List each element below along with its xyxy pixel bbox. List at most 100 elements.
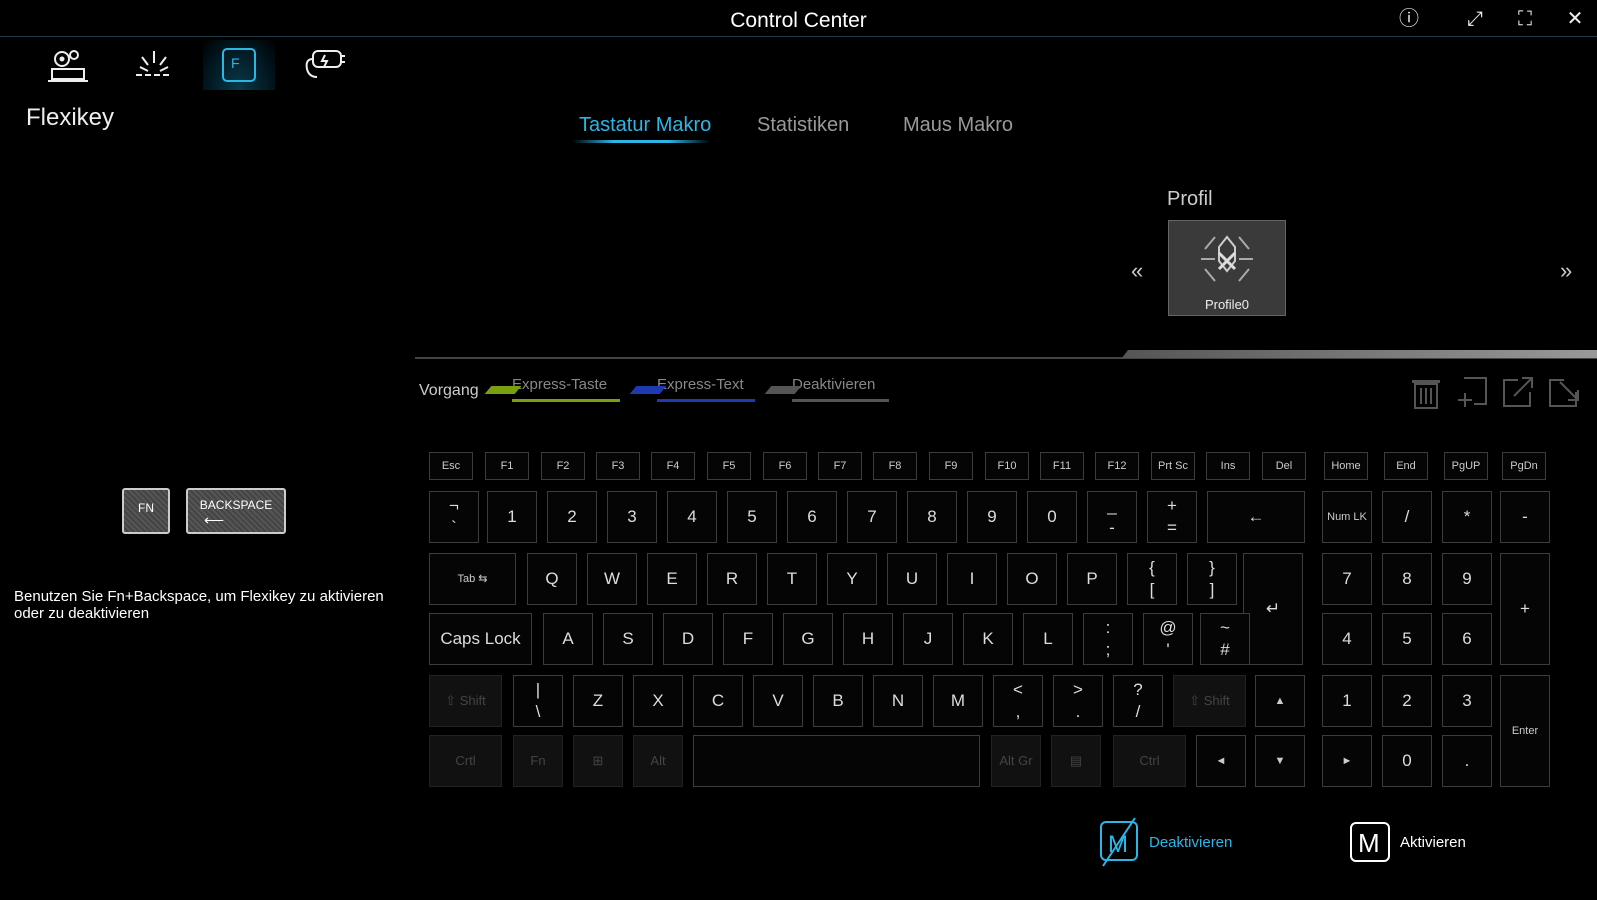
key[interactable]: > . <box>1053 675 1103 727</box>
key[interactable]: Alt Gr <box>991 735 1041 787</box>
profile-prev-button[interactable]: « <box>1131 258 1143 284</box>
key[interactable]: . <box>1442 735 1492 787</box>
key[interactable]: F7 <box>818 452 862 480</box>
key[interactable]: 2 <box>1382 675 1432 727</box>
key[interactable]: H <box>843 613 893 665</box>
key[interactable]: 9 <box>1442 553 1492 605</box>
key[interactable]: K <box>963 613 1013 665</box>
key[interactable]: M <box>933 675 983 727</box>
key[interactable]: S <box>603 613 653 665</box>
key[interactable]: Alt <box>633 735 683 787</box>
key[interactable]: U <box>887 553 937 605</box>
key[interactable]: F12 <box>1095 452 1139 480</box>
nav-flexikey[interactable]: F <box>203 40 275 90</box>
key[interactable]: F9 <box>929 452 973 480</box>
key[interactable]: 9 <box>967 491 1017 543</box>
key[interactable]: 4 <box>1322 613 1372 665</box>
key[interactable]: ⊞ <box>573 735 623 787</box>
key[interactable]: Num LK <box>1322 491 1372 543</box>
nav-lighting[interactable] <box>118 40 190 90</box>
restore-button[interactable]: ⤢ <box>1458 6 1492 32</box>
key[interactable]: ► <box>1322 735 1372 787</box>
key[interactable]: Ctrl <box>1113 735 1186 787</box>
tab-statistiken[interactable]: Statistiken <box>757 114 849 137</box>
key[interactable]: ⇧ Shift <box>429 675 502 727</box>
key[interactable]: Enter <box>1500 675 1550 787</box>
key[interactable]: V <box>753 675 803 727</box>
key[interactable]: 5 <box>727 491 777 543</box>
key[interactable]: I <box>947 553 997 605</box>
key[interactable]: ▤ <box>1051 735 1101 787</box>
key[interactable]: B <box>813 675 863 727</box>
key[interactable]: W <box>587 553 637 605</box>
key[interactable]: Esc <box>429 452 473 480</box>
key[interactable]: Z <box>573 675 623 727</box>
close-button[interactable]: ✕ <box>1558 6 1592 32</box>
key[interactable]: Ins <box>1206 452 1250 480</box>
key[interactable]: < , <box>993 675 1043 727</box>
key[interactable]: PgDn <box>1502 452 1546 480</box>
key[interactable]: Crtl <box>429 735 502 787</box>
key[interactable]: G <box>783 613 833 665</box>
key[interactable]: + <box>1500 553 1550 665</box>
key[interactable]: } ] <box>1187 553 1237 605</box>
key[interactable]: X <box>633 675 683 727</box>
key[interactable]: 1 <box>1322 675 1372 727</box>
key[interactable]: @ ' <box>1143 613 1193 665</box>
key[interactable]: : ; <box>1083 613 1133 665</box>
trash-icon[interactable] <box>1408 374 1444 410</box>
key[interactable]: F2 <box>541 452 585 480</box>
key[interactable] <box>693 735 980 787</box>
key[interactable]: Prt Sc <box>1151 452 1195 480</box>
key[interactable]: 5 <box>1382 613 1432 665</box>
key[interactable]: ⇧ Shift <box>1173 675 1246 727</box>
key[interactable]: End <box>1384 452 1428 480</box>
key[interactable]: F11 <box>1040 452 1084 480</box>
key[interactable]: 8 <box>907 491 957 543</box>
key[interactable]: | \ <box>513 675 563 727</box>
key[interactable]: ▼ <box>1255 735 1305 787</box>
key[interactable]: PgUP <box>1444 452 1488 480</box>
key[interactable]: ? / <box>1113 675 1163 727</box>
key[interactable]: 0 <box>1027 491 1077 543</box>
key[interactable]: O <box>1007 553 1057 605</box>
key[interactable]: F8 <box>873 452 917 480</box>
info-button[interactable]: ⓘ <box>1392 6 1426 32</box>
key[interactable]: P <box>1067 553 1117 605</box>
key[interactable]: 2 <box>547 491 597 543</box>
tab-maus-makro[interactable]: Maus Makro <box>903 114 1013 137</box>
key[interactable]: Tab ⇆ <box>429 553 516 605</box>
key[interactable]: Del <box>1262 452 1306 480</box>
key[interactable]: C <box>693 675 743 727</box>
key[interactable]: D <box>663 613 713 665</box>
key[interactable]: 4 <box>667 491 717 543</box>
key[interactable]: 1 <box>487 491 537 543</box>
key[interactable]: - <box>1500 491 1550 543</box>
key[interactable]: * <box>1442 491 1492 543</box>
import-icon[interactable] <box>1546 374 1582 410</box>
key[interactable]: ▲ <box>1255 675 1305 727</box>
key[interactable]: F6 <box>763 452 807 480</box>
key[interactable]: ← <box>1207 491 1305 543</box>
key[interactable]: ~ # <box>1200 613 1250 665</box>
profile-card[interactable]: Profile0 <box>1168 220 1286 316</box>
key[interactable]: F3 <box>596 452 640 480</box>
key[interactable]: / <box>1382 491 1432 543</box>
key[interactable]: { [ <box>1127 553 1177 605</box>
deactivate-button[interactable]: M Deaktivieren <box>1097 817 1232 867</box>
key[interactable]: 6 <box>787 491 837 543</box>
key[interactable]: N <box>873 675 923 727</box>
key[interactable]: ↵ <box>1243 553 1303 665</box>
key[interactable]: 6 <box>1442 613 1492 665</box>
export-icon[interactable] <box>1500 374 1536 410</box>
key[interactable]: 3 <box>1442 675 1492 727</box>
key[interactable]: ¬ ` <box>429 491 479 543</box>
key[interactable]: Y <box>827 553 877 605</box>
key[interactable]: T <box>767 553 817 605</box>
key[interactable]: L <box>1023 613 1073 665</box>
key[interactable]: 3 <box>607 491 657 543</box>
key[interactable]: 0 <box>1382 735 1432 787</box>
key[interactable]: F1 <box>485 452 529 480</box>
key[interactable]: E <box>647 553 697 605</box>
key[interactable]: Caps Lock <box>429 613 532 665</box>
